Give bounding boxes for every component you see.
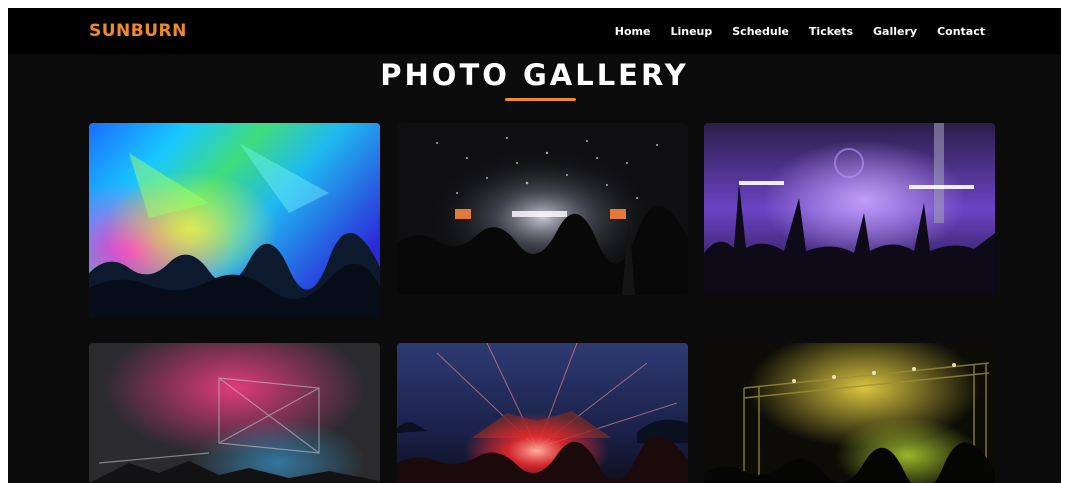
brand-logo[interactable]: SUNBURN	[89, 21, 187, 41]
nav-menu: Home Lineup Schedule Tickets Gallery Con…	[615, 8, 985, 54]
photo-confetti-stage-image	[397, 123, 688, 295]
photo-yellow-stage-image	[704, 343, 995, 483]
gallery-photo-yellow-lit-stage[interactable]	[704, 343, 995, 483]
photo-pink-smoke-image	[89, 343, 380, 483]
nav-link-tickets[interactable]: Tickets	[809, 25, 853, 38]
photo-purple-stage-image	[704, 123, 995, 295]
gallery-photo-confetti-stage[interactable]	[397, 123, 688, 295]
page-title: PHOTO GALLERY	[380, 58, 689, 92]
gallery-photo-red-laser-tent[interactable]	[397, 343, 688, 483]
photo-colorful-lights-image	[89, 123, 380, 317]
gallery-photo-colorful-lights-crowd[interactable]	[89, 123, 380, 317]
nav-link-lineup[interactable]: Lineup	[670, 25, 712, 38]
nav-link-contact[interactable]: Contact	[937, 25, 985, 38]
nav-link-home[interactable]: Home	[615, 25, 651, 38]
gallery-photo-purple-stage-hands[interactable]	[704, 123, 995, 295]
nav-link-gallery[interactable]: Gallery	[873, 25, 917, 38]
photo-red-laser-image	[397, 343, 688, 483]
nav-link-schedule[interactable]: Schedule	[732, 25, 789, 38]
gallery-photo-pink-smoke-truss[interactable]	[89, 343, 380, 483]
title-underline	[505, 98, 576, 101]
page-frame: SUNBURN Home Lineup Schedule Tickets Gal…	[8, 8, 1061, 483]
top-navbar: SUNBURN Home Lineup Schedule Tickets Gal…	[8, 8, 1061, 54]
